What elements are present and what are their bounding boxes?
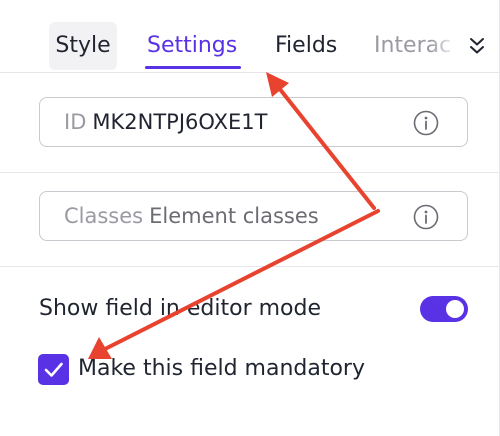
divider [0,72,500,73]
mandatory-label: Make this field mandatory [78,356,365,381]
divider [0,266,500,267]
tab-overflow-fade [430,22,458,70]
id-field-text: ID MK2NTPJ6OXE1T [64,98,267,146]
tab-style[interactable]: Style [49,22,117,70]
classes-field-placeholder: Element classes [149,204,319,228]
id-field[interactable]: ID MK2NTPJ6OXE1T [39,97,468,147]
classes-field-text: Classes Element classes [64,192,319,240]
toggle-knob [446,300,464,318]
show-in-editor-toggle[interactable] [420,296,468,322]
id-field-label: ID [64,110,87,134]
chevron-down-icon[interactable] [468,36,486,56]
info-icon[interactable] [413,110,439,136]
mandatory-checkbox[interactable] [38,354,69,385]
classes-field[interactable]: Classes Element classes [39,191,468,241]
id-field-value: MK2NTPJ6OXE1T [92,110,268,134]
show-in-editor-label: Show field in editor mode [39,296,321,321]
active-tab-indicator [145,66,241,69]
tab-bar: Style Settings Fields Interac [0,0,500,72]
settings-panel: Style Settings Fields Interac ID MK2NTPJ6… [0,0,500,436]
classes-field-label: Classes [64,204,144,228]
divider [0,172,500,173]
info-icon[interactable] [413,204,439,230]
tab-fields[interactable]: Fields [275,22,337,70]
tab-settings[interactable]: Settings [147,22,237,70]
check-icon [44,362,63,377]
